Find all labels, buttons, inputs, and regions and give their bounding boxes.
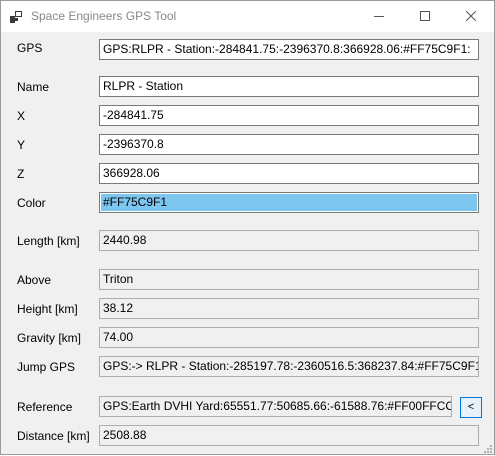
close-button[interactable] [448, 1, 494, 32]
color-input[interactable]: #FF75C9F1 [99, 192, 479, 213]
window-title: Space Engineers GPS Tool [31, 9, 177, 23]
z-input[interactable]: 366928.06 [99, 163, 479, 184]
length-value[interactable]: 2440.98 [99, 230, 479, 251]
jump-gps-label: Jump GPS [17, 360, 76, 374]
color-input-selected-text: #FF75C9F1 [101, 194, 477, 211]
gps-label: GPS [17, 41, 43, 55]
y-label: Y [17, 138, 26, 152]
minimize-button[interactable] [356, 1, 402, 32]
above-value[interactable]: Triton [99, 269, 479, 290]
distance-label: Distance [km] [17, 429, 90, 443]
height-label: Height [km] [17, 302, 78, 316]
distance-value[interactable]: 2508.88 [99, 425, 479, 446]
x-input[interactable]: -284841.75 [99, 105, 479, 126]
reference-label: Reference [17, 400, 73, 414]
y-input[interactable]: -2396370.8 [99, 134, 479, 155]
maximize-button[interactable] [402, 1, 448, 32]
name-input[interactable]: RLPR - Station [99, 76, 479, 97]
reference-back-button[interactable]: < [460, 397, 482, 418]
gravity-value[interactable]: 74.00 [99, 327, 479, 348]
above-label: Above [17, 273, 52, 287]
height-value[interactable]: 38.12 [99, 298, 479, 319]
color-label: Color [17, 196, 46, 210]
reference-value[interactable]: GPS:Earth DVHI Yard:65551.77:50685.66:-6… [99, 396, 452, 417]
gps-input[interactable]: GPS:RLPR - Station:-284841.75:-2396370.8… [99, 39, 479, 60]
close-icon [465, 10, 477, 24]
gravity-label: Gravity [km] [17, 331, 82, 345]
jump-gps-value[interactable]: GPS:-> RLPR - Station:-285197.78:-236051… [99, 356, 479, 377]
minimize-icon [374, 10, 384, 24]
name-label: Name [17, 80, 50, 94]
x-label: X [17, 109, 26, 123]
app-window: Space Engineers GPS Tool GPS GPS:RLPR - … [0, 0, 495, 455]
app-icon [10, 11, 22, 23]
resize-grip-icon[interactable] [482, 442, 492, 453]
title-bar[interactable]: Space Engineers GPS Tool [1, 1, 494, 32]
maximize-icon [420, 10, 430, 24]
length-label: Length [km] [17, 234, 80, 248]
z-label: Z [17, 167, 25, 181]
